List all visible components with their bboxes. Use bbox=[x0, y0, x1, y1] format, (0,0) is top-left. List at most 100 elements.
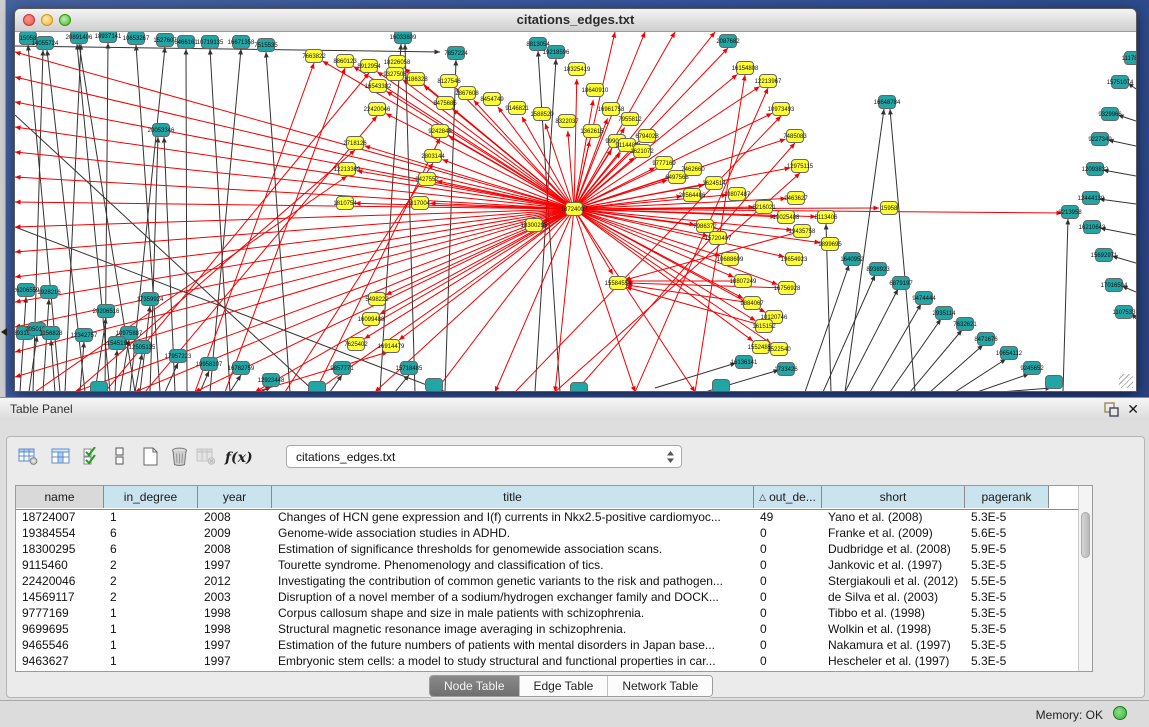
graph-node-label: 16154808 bbox=[732, 66, 759, 72]
graph-node[interactable] bbox=[713, 380, 730, 392]
graph-node-label: 16099489 bbox=[358, 317, 385, 323]
table-cell: Wolkin et al. (1998) bbox=[822, 622, 965, 638]
table-row[interactable]: 946362711997Embryonic stem cells: a mode… bbox=[16, 654, 1078, 670]
graph-node-label: 16136141 bbox=[731, 360, 758, 366]
function-builder-button[interactable]: f(x) bbox=[223, 443, 253, 469]
table-cell: 2008 bbox=[198, 510, 272, 526]
table-row[interactable]: 946554611997Estimation of the future num… bbox=[16, 638, 1078, 654]
collapse-handle-icon[interactable] bbox=[1, 328, 7, 336]
column-header-out_de[interactable]: △out_de... bbox=[754, 486, 822, 508]
status-bar: Memory: OK bbox=[0, 700, 1149, 727]
edge-arrowhead bbox=[386, 91, 392, 96]
graph-node-label: 2803144 bbox=[421, 154, 445, 160]
column-header-pagerank[interactable]: pagerank bbox=[965, 486, 1049, 508]
table-row[interactable]: 1872400712008Changes of HCN gene express… bbox=[16, 510, 1078, 526]
table-cell: 2003 bbox=[198, 590, 272, 606]
graph-node-label: 18325419 bbox=[564, 67, 591, 73]
selection-mode-button[interactable] bbox=[79, 443, 105, 469]
delete-table-button[interactable] bbox=[166, 443, 192, 469]
graph-node-label: 10807487 bbox=[724, 192, 751, 198]
graph-node-label: 20206516 bbox=[93, 309, 120, 315]
edge-arrowhead bbox=[453, 60, 458, 66]
column-header-title[interactable]: title bbox=[272, 486, 754, 508]
column-header-name[interactable]: name bbox=[16, 486, 104, 508]
graph-node-label: 16648784 bbox=[874, 100, 901, 106]
row-height-button[interactable] bbox=[107, 443, 133, 469]
graph-node-label: 22420046 bbox=[364, 107, 391, 113]
column-header-short[interactable]: short bbox=[822, 486, 965, 508]
tab-node-table[interactable]: Node Table bbox=[430, 676, 520, 696]
table-selector[interactable]: citations_edges.txt bbox=[286, 445, 682, 468]
table-cell: Hescheler et al. (1997) bbox=[822, 654, 965, 670]
table-vertical-scrollbar[interactable] bbox=[1078, 486, 1092, 671]
memory-status-label: Memory: OK bbox=[1036, 708, 1103, 722]
graph-node[interactable] bbox=[571, 383, 588, 392]
graph-node[interactable] bbox=[1046, 376, 1063, 389]
edge-arrowhead bbox=[377, 72, 383, 77]
graph-node-label: 12213967 bbox=[755, 79, 782, 85]
column-header-year[interactable]: year bbox=[198, 486, 272, 508]
table-cell: 1 bbox=[104, 606, 198, 622]
column-header-label: year bbox=[223, 490, 246, 504]
graph-edge bbox=[15, 52, 574, 209]
close-panel-icon[interactable]: ✕ bbox=[1127, 401, 1139, 417]
scrollbar-thumb[interactable] bbox=[1081, 512, 1090, 558]
table-row[interactable]: 1938455462009Genome-wide association stu… bbox=[16, 526, 1078, 542]
table-mode-button[interactable] bbox=[15, 443, 41, 469]
table-cell: 2009 bbox=[198, 526, 272, 542]
table-body: 1872400712008Changes of HCN gene express… bbox=[16, 510, 1078, 670]
network-graph[interactable]: 1505814055724208914061893714110653267152… bbox=[15, 32, 1136, 391]
table-panel-inset: f(x) citations_edges.txt name in_degree ye… bbox=[6, 436, 1145, 698]
show-columns-button[interactable] bbox=[48, 443, 74, 469]
graph-node[interactable] bbox=[426, 379, 443, 392]
tab-network-table[interactable]: Network Table bbox=[608, 676, 712, 696]
graph-edge bbox=[266, 52, 290, 391]
table-cell: 1997 bbox=[198, 638, 272, 654]
table-row[interactable]: 977716911998Corpus callosum shape and si… bbox=[16, 606, 1078, 622]
graph-node-label: 16914479 bbox=[378, 344, 405, 350]
column-header-label: in_degree bbox=[124, 490, 177, 504]
edge-arrowhead bbox=[611, 32, 616, 38]
graph-node-label: 2935114 bbox=[933, 311, 957, 317]
table-cell: 18724007 bbox=[16, 510, 104, 526]
table-row[interactable]: 969969511998Structural magnetic resonanc… bbox=[16, 622, 1078, 638]
table-cell: Changes of HCN gene expression and I(f) … bbox=[272, 510, 754, 526]
table-cell: 1 bbox=[104, 510, 198, 526]
graph-node-label: 18226058 bbox=[384, 60, 411, 66]
column-header-label: name bbox=[44, 490, 74, 504]
graph-node[interactable] bbox=[309, 382, 326, 392]
graph-edge bbox=[15, 209, 574, 277]
column-header-in_degree[interactable]: in_degree bbox=[104, 486, 198, 508]
network-view[interactable]: 1505814055724208914061893714110653267152… bbox=[15, 32, 1136, 391]
tab-edge-table[interactable]: Edge Table bbox=[520, 676, 609, 696]
graph-node-label: 1588520 bbox=[530, 112, 554, 118]
graph-node-label: 6216021 bbox=[752, 205, 776, 211]
table-row[interactable]: 1830029562008Estimation of significance … bbox=[16, 542, 1078, 558]
table-cell: Tibbo et al. (1998) bbox=[822, 606, 965, 622]
table-row[interactable]: 2242004622012Investigating the contribut… bbox=[16, 574, 1078, 590]
float-panel-icon[interactable] bbox=[1104, 402, 1119, 417]
graph-node-label: 9242848 bbox=[428, 129, 452, 135]
graph-node-label: 9474444 bbox=[912, 296, 936, 302]
control-panel-collapsed-strip[interactable] bbox=[0, 0, 6, 397]
graph-node-label: 16961758 bbox=[598, 107, 625, 113]
graph-node-label: 1621072 bbox=[630, 149, 654, 155]
graph-node-label: 8454749 bbox=[480, 97, 504, 103]
graph-edge bbox=[555, 209, 574, 391]
table-row[interactable]: 1456911722003Disruption of a novel membe… bbox=[16, 590, 1078, 606]
graph-node[interactable] bbox=[91, 382, 108, 392]
graph-node-label: 16543382 bbox=[365, 84, 392, 90]
table-cell: 0 bbox=[754, 542, 822, 558]
graph-node-label: 9777169 bbox=[652, 161, 676, 167]
graph-node-label: 9463627 bbox=[784, 196, 808, 202]
table-row[interactable]: 911546021997Tourette syndrome. Phenomeno… bbox=[16, 558, 1078, 574]
table-cell: 5.3E-5 bbox=[965, 654, 1049, 670]
window-resize-grip-icon[interactable] bbox=[1119, 374, 1133, 388]
table-cell: 1 bbox=[104, 638, 198, 654]
graph-node-label: 20053346 bbox=[148, 128, 175, 134]
table-cell: Disruption of a novel member of a sodium… bbox=[272, 590, 754, 606]
new-table-button[interactable] bbox=[137, 443, 163, 469]
network-window-titlebar[interactable]: citations_edges.txt bbox=[15, 9, 1136, 32]
graph-edge bbox=[845, 109, 884, 391]
edge-arrowhead bbox=[264, 52, 269, 58]
